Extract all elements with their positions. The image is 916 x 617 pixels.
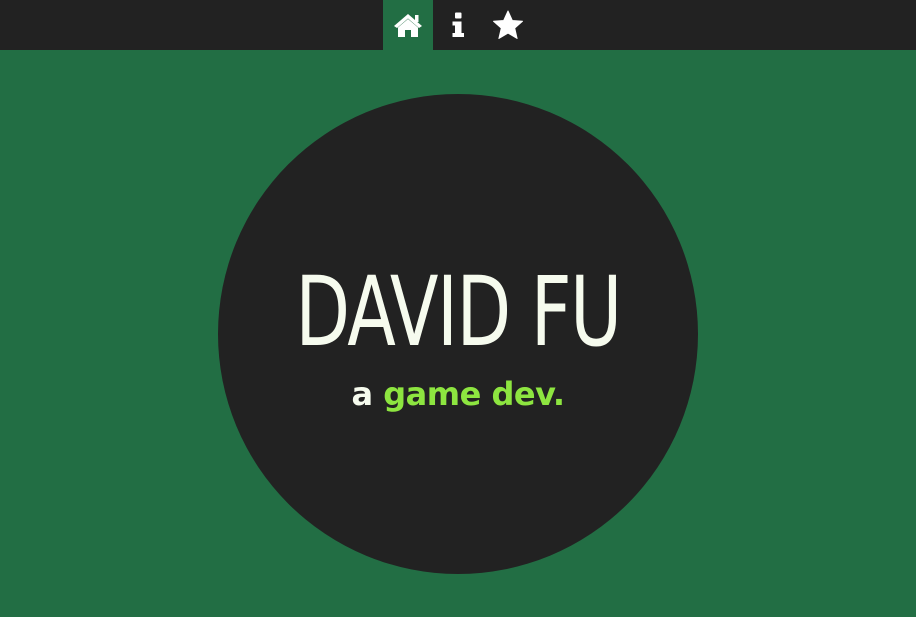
top-nav-bar	[0, 0, 916, 50]
nav-info-button[interactable]	[433, 0, 483, 50]
tagline: a game dev.	[218, 374, 698, 414]
site-title: DAVID FU	[295, 256, 622, 368]
nav-menu	[383, 0, 533, 50]
info-icon	[452, 12, 464, 37]
star-icon	[493, 10, 523, 39]
nav-home-button[interactable]	[383, 0, 433, 50]
tagline-prefix: a	[351, 375, 374, 413]
home-icon	[394, 14, 422, 37]
nav-star-button[interactable]	[483, 0, 533, 50]
hero-circle: DAVID FU a game dev.	[218, 94, 698, 574]
tagline-accent: game dev.	[383, 375, 565, 413]
